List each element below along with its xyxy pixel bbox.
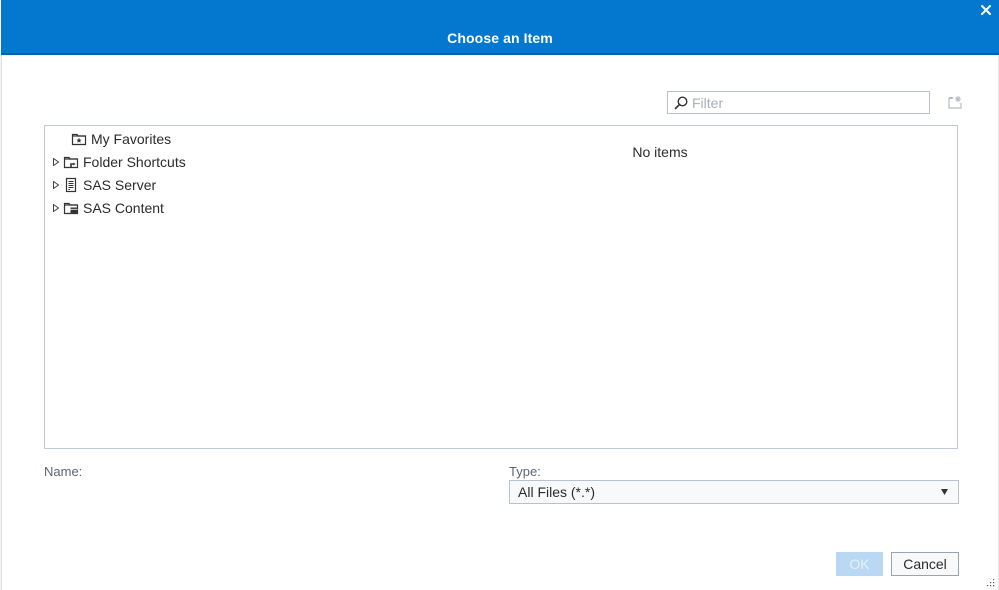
filter-field[interactable]	[667, 91, 930, 114]
left-edge	[0, 55, 2, 590]
dropdown-arrow-icon	[941, 489, 948, 495]
dialog-title: Choose an Item	[447, 30, 553, 46]
expand-arrow-icon[interactable]	[52, 181, 60, 189]
type-dropdown[interactable]: All Files (*.*)	[509, 480, 959, 504]
resize-grip-icon[interactable]	[987, 579, 995, 587]
tree-item-my-favorites[interactable]: My Favorites	[45, 129, 171, 149]
search-icon	[674, 95, 688, 109]
empty-list-message: No items	[632, 144, 688, 160]
tree-item-label: SAS Content	[83, 200, 164, 216]
expand-arrow-icon[interactable]	[52, 204, 60, 212]
tree-item-sas-content[interactable]: SAS Content	[45, 198, 164, 218]
content-folder-icon	[63, 202, 79, 215]
name-label: Name:	[44, 464, 83, 479]
tree-item-label: Folder Shortcuts	[83, 154, 186, 170]
close-icon	[981, 5, 991, 15]
cancel-button[interactable]: Cancel	[891, 552, 959, 576]
expand-arrow-icon[interactable]	[52, 158, 60, 166]
server-icon	[65, 177, 77, 193]
folder-shortcut-icon	[63, 156, 79, 169]
tree-item-folder-shortcuts[interactable]: Folder Shortcuts	[45, 152, 186, 172]
item-list-panel: No items	[363, 125, 958, 449]
dialog-titlebar: Choose an Item	[1, 0, 999, 55]
tree-item-sas-server[interactable]: SAS Server	[45, 175, 156, 195]
ok-button[interactable]: OK	[836, 552, 883, 576]
filter-input[interactable]	[692, 94, 922, 111]
close-button[interactable]	[979, 3, 993, 17]
favorites-folder-icon	[71, 133, 87, 146]
tree-item-label: My Favorites	[91, 131, 172, 147]
type-selected-value: All Files (*.*)	[518, 484, 596, 500]
navigation-tree: My Favorites Folder Shortcuts SAS Server	[44, 125, 364, 449]
new-folder-icon[interactable]	[947, 94, 963, 110]
tree-item-label: SAS Server	[83, 177, 157, 193]
type-label: Type:	[509, 464, 541, 479]
